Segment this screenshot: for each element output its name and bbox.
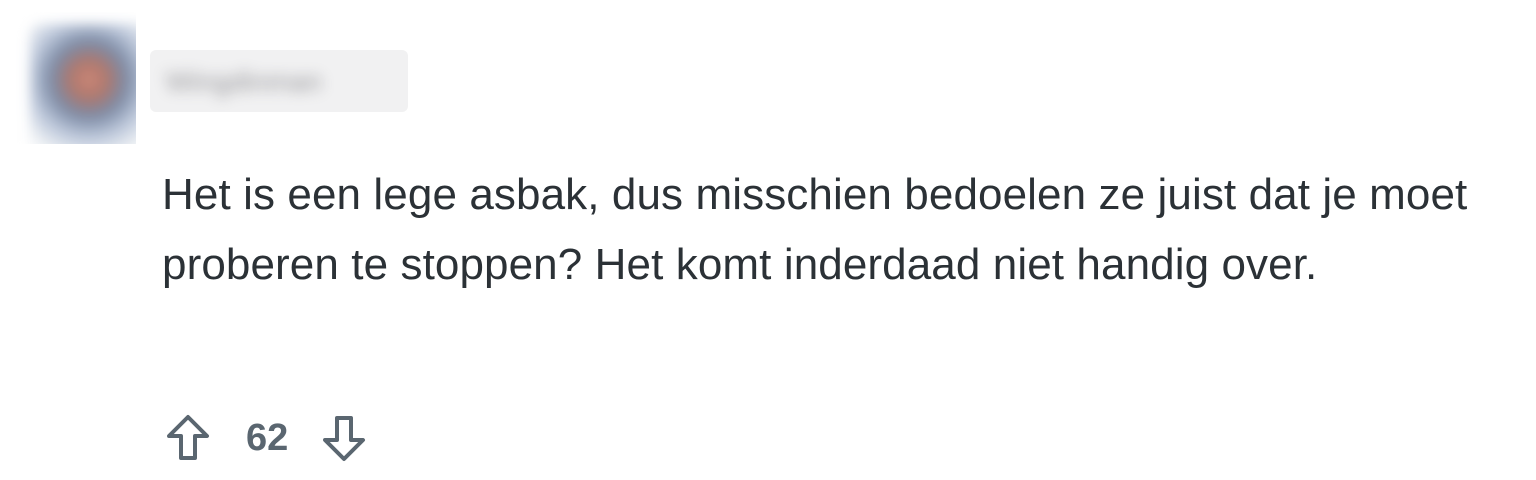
comment-body: Het is een lege asbak, dus misschien bed… bbox=[162, 170, 1468, 289]
username-label: Wingdinman bbox=[166, 66, 322, 97]
avatar[interactable] bbox=[14, 12, 136, 144]
upvote-arrow-icon bbox=[167, 415, 209, 460]
upvote-button[interactable] bbox=[160, 408, 216, 468]
downvote-arrow-icon bbox=[323, 416, 366, 461]
comment: Wingdinman Het is een lege asbak, dus mi… bbox=[0, 0, 1536, 480]
vote-score: 62 bbox=[246, 416, 289, 459]
downvote-button[interactable] bbox=[316, 408, 372, 468]
username-link[interactable]: Wingdinman bbox=[150, 50, 408, 112]
vote-bar: 62 bbox=[160, 408, 372, 468]
